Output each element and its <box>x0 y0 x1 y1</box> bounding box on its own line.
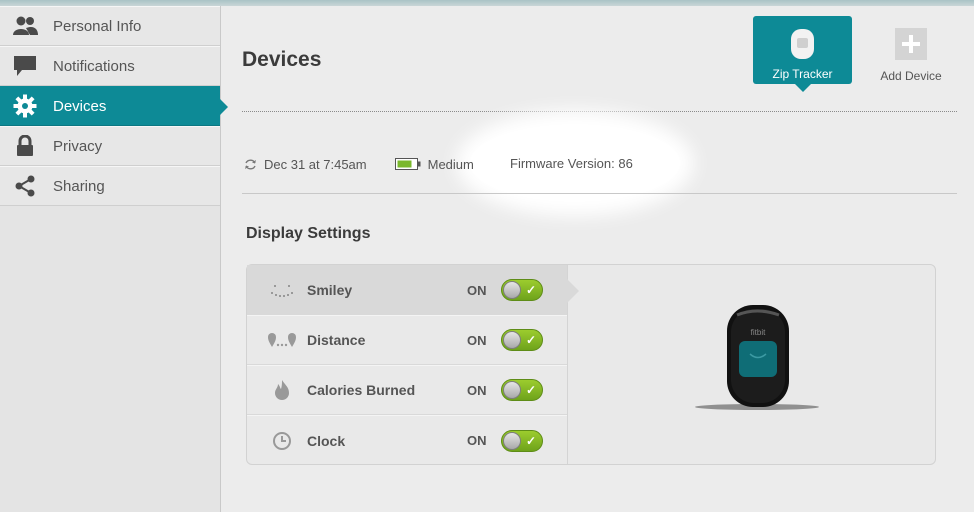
tracker-icon <box>791 29 814 59</box>
clock-icon <box>267 429 297 453</box>
battery-text: Medium <box>427 156 474 172</box>
setting-row-smiley[interactable]: Smiley ON ✓ <box>247 265 579 315</box>
sidebar-item-privacy[interactable]: Privacy <box>0 126 220 166</box>
setting-state: ON <box>467 382 487 398</box>
firmware-version: Firmware Version: 86 <box>510 156 633 171</box>
device-brand: fitbit <box>751 328 766 337</box>
device-status: Dec 31 at 7:45am Medium <box>244 155 502 173</box>
share-icon <box>12 175 38 197</box>
setting-label: Clock <box>307 432 346 449</box>
battery-status: Medium <box>394 156 474 172</box>
sidebar-item-label: Personal Info <box>53 17 142 35</box>
sidebar-item-notifications[interactable]: Notifications <box>0 46 220 86</box>
page-title: Devices <box>242 48 322 71</box>
check-icon: ✓ <box>525 383 536 397</box>
sidebar-item-label: Notifications <box>53 57 135 75</box>
divider <box>242 193 957 194</box>
setting-label: Smiley <box>307 282 353 298</box>
setting-label: Calories Burned <box>307 382 416 398</box>
check-icon: ✓ <box>525 333 536 347</box>
tracker-label: Zip Tracker <box>772 67 833 81</box>
sidebar-item-label: Privacy <box>53 137 103 155</box>
setting-state: ON <box>467 332 487 348</box>
setting-label: Distance <box>307 332 366 348</box>
sidebar-item-label: Devices <box>53 97 107 115</box>
check-icon: ✓ <box>525 283 536 297</box>
sidebar-item-devices[interactable]: Devices <box>0 86 228 126</box>
setting-state: ON <box>467 433 487 448</box>
zip-tracker-button[interactable]: Zip Tracker <box>753 16 852 92</box>
distance-icon <box>267 328 297 352</box>
main-content: Devices Zip Tracker Add Device Dec 31 at… <box>222 6 974 512</box>
add-device-button[interactable]: Add Device <box>872 24 950 84</box>
battery-icon <box>394 158 421 170</box>
clock-toggle[interactable]: ✓ <box>501 429 543 452</box>
add-device-label: Add Device <box>880 69 942 83</box>
sync-icon <box>245 159 256 169</box>
speech-bubble-icon <box>12 55 38 77</box>
check-icon: ✓ <box>525 433 536 448</box>
lock-icon <box>12 135 38 157</box>
sidebar-item-personal-info[interactable]: Personal Info <box>0 6 220 46</box>
calories-toggle[interactable]: ✓ <box>501 379 543 401</box>
gear-icon <box>12 94 38 118</box>
setting-row-calories-burned[interactable]: Calories Burned ON ✓ <box>247 365 567 415</box>
sidebar-item-label: Sharing <box>53 177 105 195</box>
display-settings-panel: Smiley ON ✓ Distance ON ✓ Calories Burne… <box>246 264 936 465</box>
setting-row-distance[interactable]: Distance ON ✓ <box>247 315 567 365</box>
display-settings-title: Display Settings <box>246 225 371 242</box>
divider <box>242 111 957 112</box>
setting-state: ON <box>467 282 487 298</box>
plus-icon <box>895 28 927 60</box>
setting-row-clock[interactable]: Clock ON ✓ <box>247 415 567 465</box>
smiley-icon <box>267 278 297 302</box>
settings-list: Smiley ON ✓ Distance ON ✓ Calories Burne… <box>247 265 579 465</box>
sidebar-item-sharing[interactable]: Sharing <box>0 166 220 206</box>
people-icon <box>12 15 38 37</box>
last-sync-text: Dec 31 at 7:45am <box>264 156 367 172</box>
sidebar: Personal Info Notifications Devices Priv… <box>0 6 228 512</box>
smiley-toggle[interactable]: ✓ <box>501 279 543 301</box>
distance-toggle[interactable]: ✓ <box>501 329 543 351</box>
fitbit-zip-device-image: fitbit <box>695 305 819 410</box>
flame-icon <box>267 378 297 402</box>
last-sync: Dec 31 at 7:45am <box>244 157 367 172</box>
